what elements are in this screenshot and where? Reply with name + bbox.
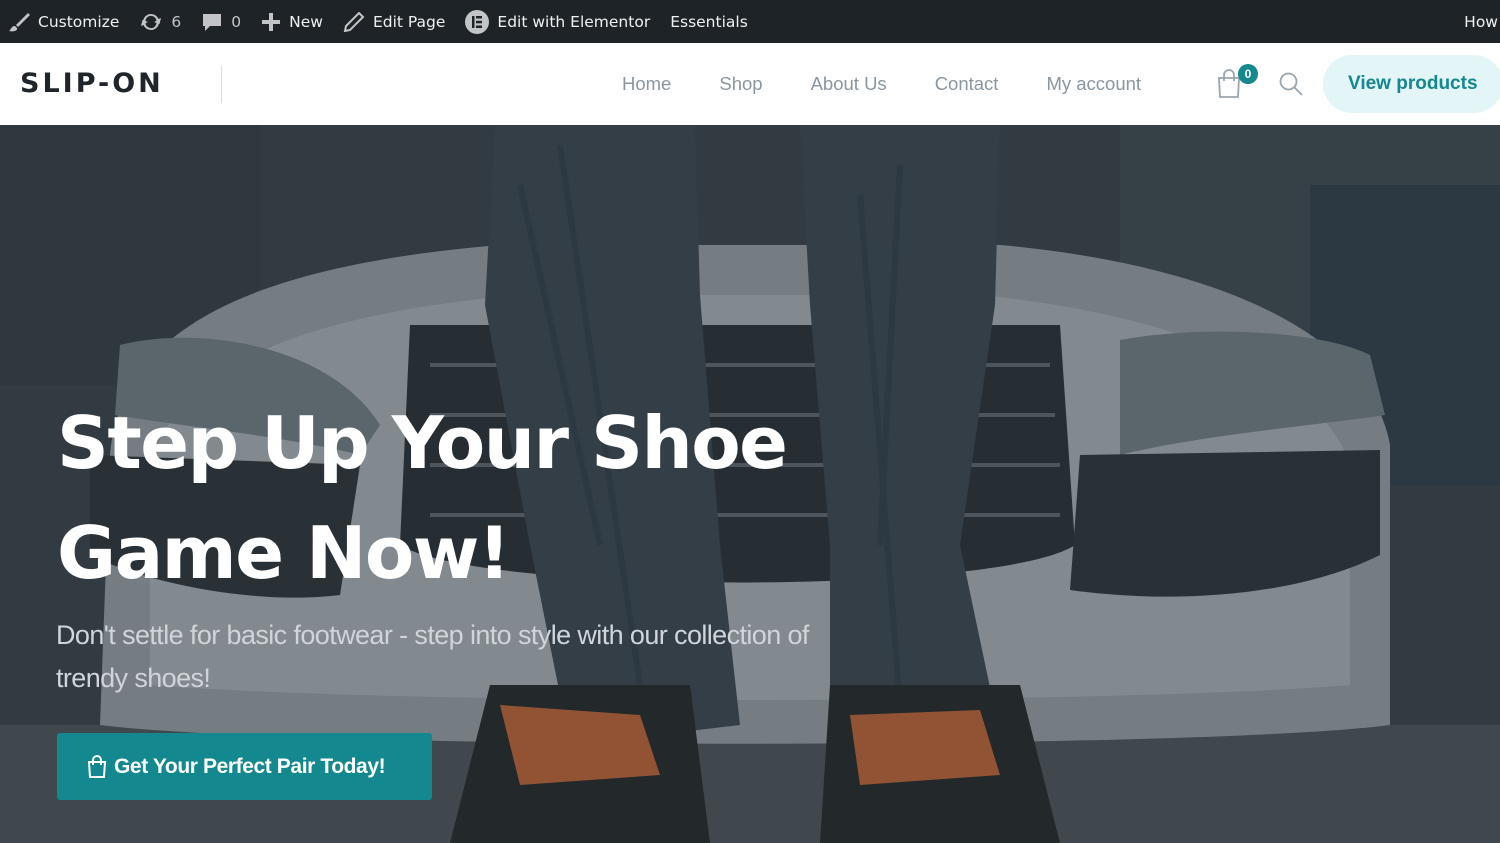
site-header: SLIP-ON Home Shop About Us Contact My ac…	[0, 43, 1500, 125]
get-perfect-pair-label: Get Your Perfect Pair Today!	[114, 754, 386, 778]
comments-count: 0	[231, 12, 242, 31]
hero-title: Step Up Your Shoe Game Now!	[57, 388, 857, 608]
essentials-item[interactable]: Essentials	[660, 0, 758, 43]
comment-icon	[203, 13, 222, 31]
plus-icon	[262, 12, 281, 31]
customize-item[interactable]: Customize	[0, 0, 129, 43]
elementor-item[interactable]: Edit with Elementor	[455, 0, 660, 43]
nav-contact[interactable]: Contact	[911, 73, 1023, 95]
edit-page-label: Edit Page	[372, 12, 446, 31]
essentials-label: Essentials	[670, 12, 748, 31]
howdy-label: How	[1464, 12, 1498, 31]
search-button[interactable]	[1278, 71, 1304, 97]
header-divider	[221, 66, 222, 103]
admin-bar: Customize 6 0 New Edit Page Edit with El…	[0, 0, 1500, 43]
main-nav: Home Shop About Us Contact My account	[598, 43, 1165, 125]
updates-item[interactable]: 6	[129, 0, 191, 43]
hero-title-line-2: Game Now!	[57, 511, 511, 595]
get-perfect-pair-button[interactable]: Get Your Perfect Pair Today!	[57, 733, 432, 800]
cart-count-badge: 0	[1238, 64, 1258, 84]
search-icon	[1279, 72, 1303, 96]
elementor-icon	[465, 9, 490, 34]
hero-subtitle: Don't settle for basic footwear - step i…	[56, 614, 896, 700]
hero-subtitle-line-1: Don't settle for basic footwear - step i…	[56, 620, 809, 650]
cart-button[interactable]: 0	[1216, 64, 1258, 101]
hero-section: Step Up Your Shoe Game Now! Don't settle…	[0, 125, 1500, 843]
nav-about-us[interactable]: About Us	[787, 73, 911, 95]
brush-icon	[9, 12, 30, 31]
howdy-item[interactable]: How	[1454, 0, 1500, 43]
comments-item[interactable]: 0	[191, 0, 251, 43]
elementor-label: Edit with Elementor	[497, 12, 651, 31]
hero-subtitle-line-2: trendy shoes!	[56, 663, 211, 693]
customize-label: Customize	[38, 12, 120, 31]
nav-my-account[interactable]: My account	[1022, 73, 1165, 95]
nav-shop[interactable]: Shop	[695, 73, 786, 95]
view-products-button[interactable]: View products	[1323, 55, 1500, 113]
site-logo[interactable]: SLIP-ON	[20, 68, 164, 99]
hero-title-line-1: Step Up Your Shoe	[57, 401, 788, 485]
new-item[interactable]: New	[251, 0, 333, 43]
nav-home[interactable]: Home	[598, 73, 695, 95]
shopping-bag-icon	[87, 754, 107, 778]
pencil-icon	[343, 11, 365, 32]
updates-icon	[141, 13, 162, 30]
edit-page-item[interactable]: Edit Page	[333, 0, 455, 43]
new-label: New	[289, 12, 323, 31]
updates-count: 6	[171, 12, 182, 31]
